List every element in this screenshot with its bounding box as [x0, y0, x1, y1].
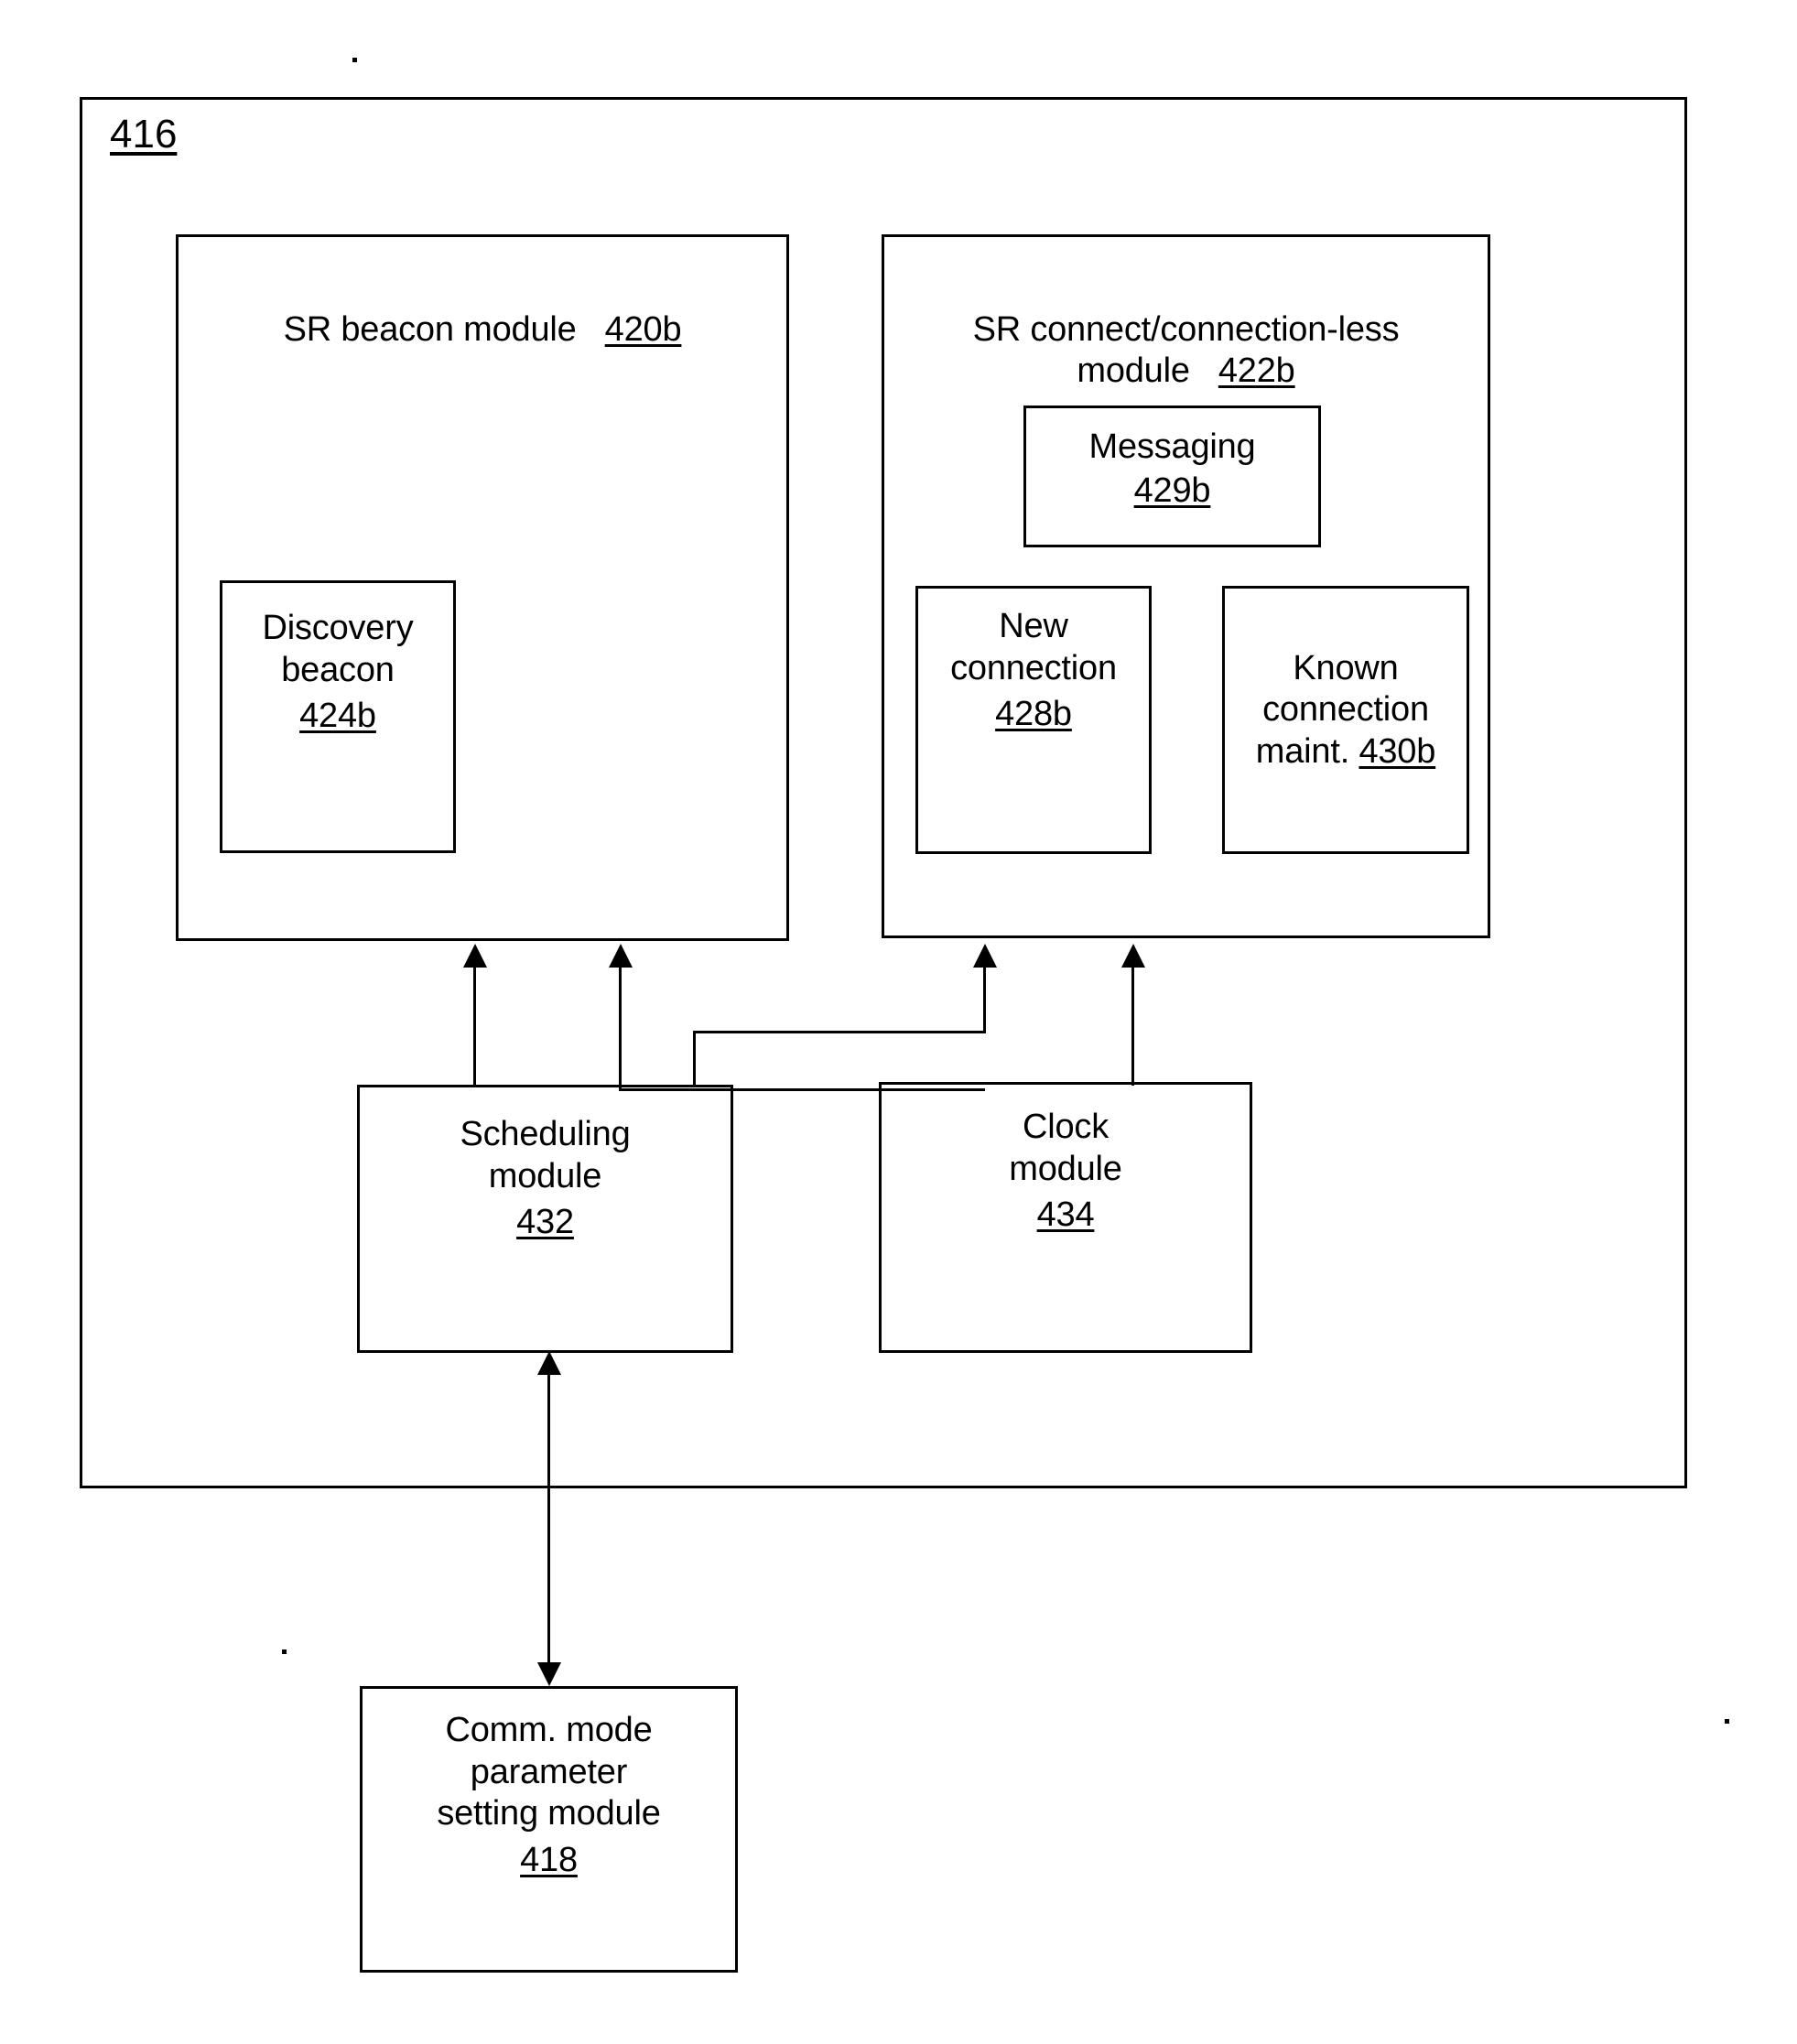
comm-mode-module-ref: 418 [520, 1841, 578, 1879]
connector-clock-to-sr-connect [1131, 967, 1134, 1086]
comm-mode-module-title: Comm. mode parameter setting module [437, 1711, 661, 1833]
connector-scheduling-riser [693, 1031, 696, 1086]
arrowhead-scheduling-to-sr-connect [973, 944, 997, 968]
sr-connect-module-title-text: SR connect/connection-less module [972, 309, 1400, 391]
clock-module-ref: 434 [1036, 1195, 1095, 1234]
new-connection-ref: 428b [995, 695, 1072, 733]
connector-scheduling-to-sr-connect-horizontal [693, 1031, 986, 1033]
arrowhead-clock-to-sr-beacon [609, 944, 633, 968]
arrowhead-comm-mode-to-scheduling-down [537, 1662, 561, 1686]
new-connection-title: New connection [950, 607, 1117, 687]
connector-scheduling-to-sr-beacon-left [473, 967, 476, 1086]
discovery-beacon-ref: 424b [299, 697, 376, 735]
sr-connect-module-title: SR connect/connection-less module 422b [882, 267, 1490, 393]
scan-speck [352, 58, 357, 62]
patent-figure-canvas: 416 SR beacon module 420b Discovery beac… [0, 0, 1797, 2044]
sr-connect-module-ref: 422b [1218, 351, 1295, 391]
scan-speck [1725, 1719, 1729, 1724]
messaging-title: Messaging [1088, 427, 1256, 466]
sr-beacon-module-title: SR beacon module 420b [176, 267, 789, 351]
connector-comm-mode-to-scheduling [547, 1371, 550, 1673]
scheduling-module-title: Scheduling module [460, 1115, 631, 1195]
figure-id-416: 416 [110, 112, 178, 157]
scan-speck [282, 1649, 287, 1654]
connector-clock-to-sr-beacon-vertical [619, 967, 622, 1091]
sr-beacon-module-title-text: SR beacon module [283, 309, 577, 349]
arrowhead-comm-mode-to-scheduling-up [537, 1351, 561, 1375]
arrowhead-clock-to-sr-connect [1121, 944, 1145, 968]
known-connection-title: Known connection maint. 430b [1210, 606, 1481, 773]
connector-scheduling-to-sr-connect-vertical [983, 967, 986, 1033]
messaging-ref: 429b [1133, 471, 1211, 510]
arrowhead-scheduling-to-sr-beacon-left [463, 944, 487, 968]
scheduling-module-ref: 432 [516, 1203, 574, 1241]
connector-clock-to-sr-beacon-horizontal [619, 1088, 985, 1091]
clock-module-title: Clock module [1009, 1108, 1122, 1188]
sr-beacon-module-ref: 420b [604, 309, 682, 349]
known-connection-ref: 430b [1359, 731, 1436, 771]
discovery-beacon-title: Discovery beacon [262, 609, 414, 689]
